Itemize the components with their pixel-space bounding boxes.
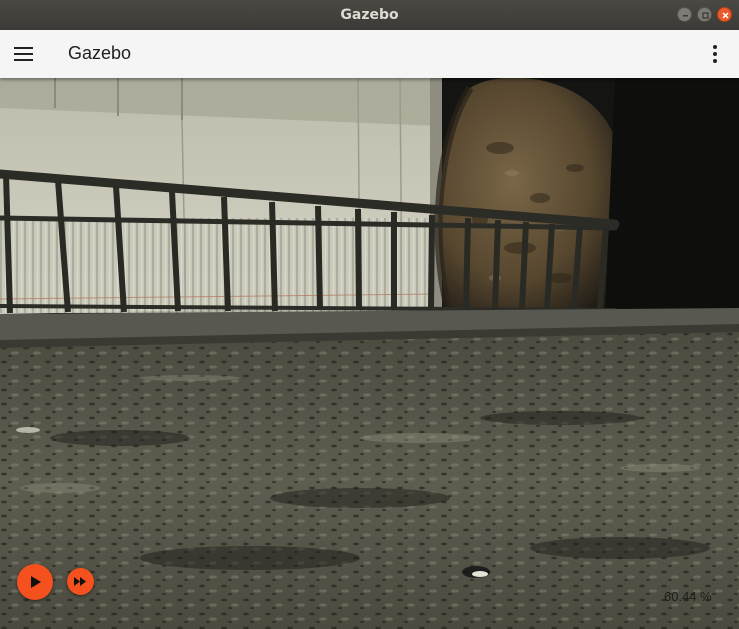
play-button[interactable] [17, 564, 53, 600]
window-titlebar[interactable]: Gazebo [0, 0, 739, 30]
maximize-button[interactable] [697, 7, 712, 22]
3d-scene-viewport[interactable]: 60.44 % [0, 78, 739, 629]
scene-render [0, 78, 739, 629]
minimize-icon [683, 15, 688, 17]
real-time-factor: 60.44 % [664, 589, 712, 604]
step-forward-button[interactable] [67, 568, 94, 595]
gazebo-window: Gazebo Gazebo 60.44 % [0, 0, 739, 629]
fast-forward-icon [74, 577, 86, 586]
close-button[interactable] [717, 7, 732, 22]
maximize-icon [702, 12, 709, 19]
close-icon [722, 12, 729, 19]
app-toolbar: Gazebo [0, 30, 739, 78]
window-title: Gazebo [340, 7, 399, 23]
minimize-button[interactable] [677, 7, 692, 22]
hamburger-menu-icon[interactable] [10, 39, 40, 69]
play-icon [31, 576, 41, 588]
more-vert-icon[interactable] [704, 39, 726, 69]
app-title: Gazebo [68, 43, 132, 63]
